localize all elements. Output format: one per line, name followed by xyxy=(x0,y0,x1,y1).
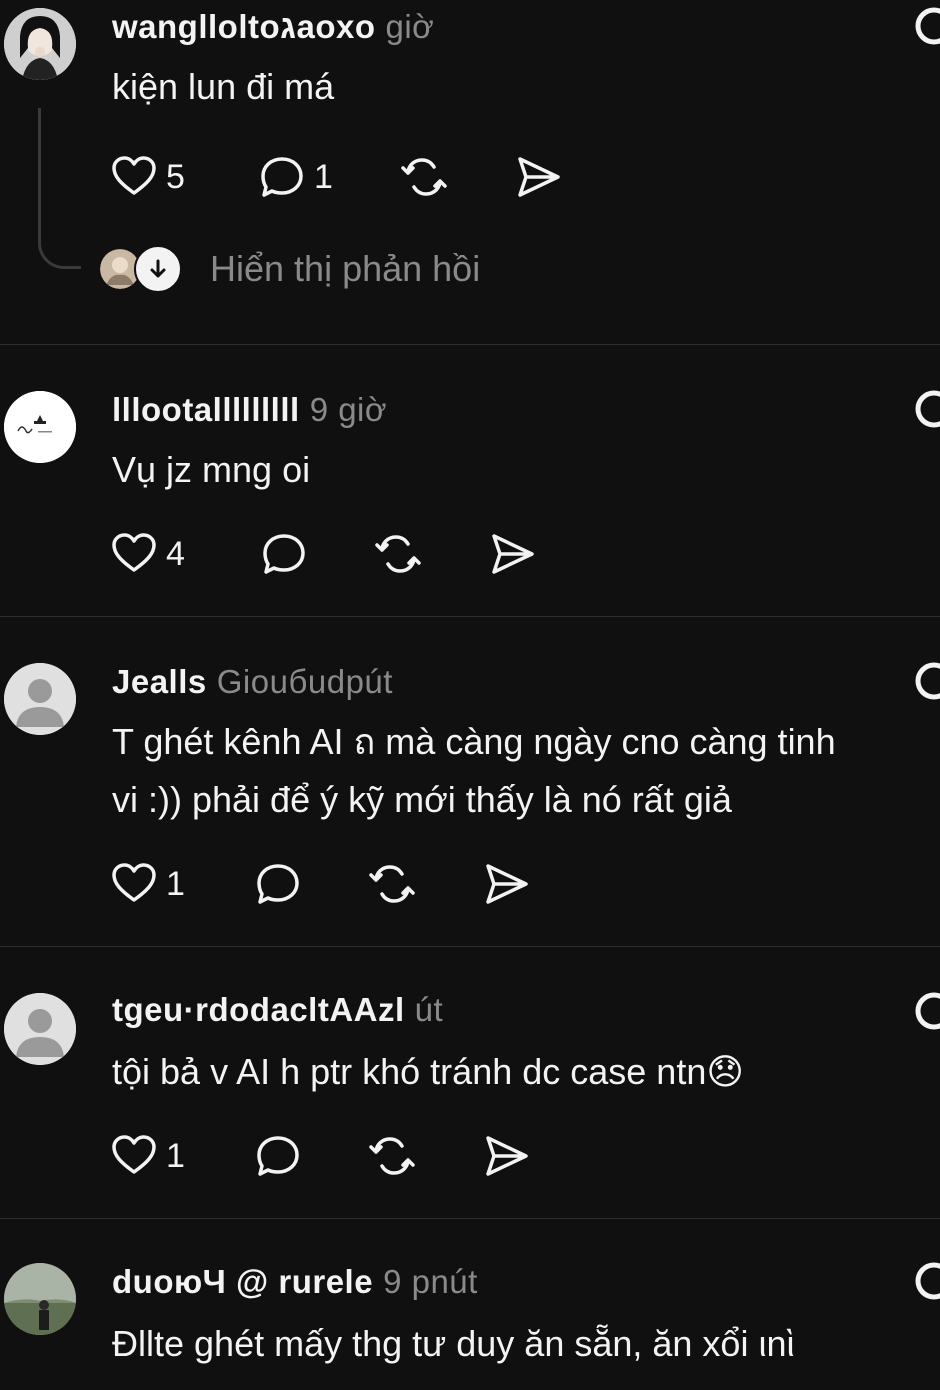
heart-icon xyxy=(112,1135,156,1174)
timestamp: 9 giờ xyxy=(309,391,388,428)
timestamp: út xyxy=(414,991,444,1028)
thread-line xyxy=(38,108,81,269)
threads-icon[interactable] xyxy=(912,661,940,701)
share-button[interactable] xyxy=(514,152,562,202)
threads-icon[interactable] xyxy=(912,1261,940,1301)
username[interactable]: lllootalllllllll 9 giờ xyxy=(112,391,387,429)
like-count: 1 xyxy=(166,864,185,903)
timestamp: Giouбudpút xyxy=(216,663,393,700)
share-button[interactable] xyxy=(488,529,536,579)
username[interactable]: duoюЧ @ rurele 9 pnút xyxy=(112,1263,478,1301)
repost-button[interactable] xyxy=(400,152,448,202)
comment-icon xyxy=(257,1136,299,1176)
comment-text-line: vi :)) phải để ý kỹ mới thấy là nó rất g… xyxy=(112,779,732,820)
comment-text-line: Vụ jz mng oi xyxy=(112,449,311,490)
repost-icon xyxy=(375,535,421,573)
heart-icon xyxy=(112,156,156,195)
like-count: 1 xyxy=(166,1136,185,1175)
default-avatar-icon xyxy=(4,993,76,1065)
like-button[interactable]: 5 xyxy=(110,152,185,202)
repost-icon xyxy=(369,1137,415,1175)
send-icon xyxy=(486,1136,528,1176)
like-button[interactable]: 1 xyxy=(110,1131,185,1181)
repost-button[interactable] xyxy=(374,529,422,579)
user-photo xyxy=(4,1263,76,1335)
divider xyxy=(0,344,940,345)
comment-text-line: kiện lun đi má xyxy=(112,66,335,107)
comment-text: Đllte ghét mấy thg tư duy ăn sẵn, ăn xổi… xyxy=(112,1315,794,1373)
username[interactable]: wanglloltoגaoxo giờ xyxy=(112,8,434,46)
send-icon xyxy=(486,864,528,904)
like-button[interactable]: 1 xyxy=(110,859,185,909)
reply-button[interactable]: 1 xyxy=(258,152,333,202)
comment-icon xyxy=(263,534,305,574)
show-replies-row[interactable]: Hiển thị phản hồi xyxy=(100,245,480,293)
like-count: 5 xyxy=(166,157,185,196)
brand-logo-avatar xyxy=(4,391,76,463)
timestamp: 9 pnút xyxy=(383,1263,478,1300)
username[interactable]: tgeu·rdodacltAAzl út xyxy=(112,991,443,1029)
repost-button[interactable] xyxy=(368,1131,416,1181)
threads-icon[interactable] xyxy=(912,991,940,1031)
divider xyxy=(0,616,940,617)
show-replies-label[interactable]: Hiển thị phản hồi xyxy=(210,248,480,290)
repost-button[interactable] xyxy=(368,859,416,909)
comment-text-line: tội bả v AI h ptr khó tránh dc case ntn😞 xyxy=(112,1051,744,1092)
divider xyxy=(0,946,940,947)
avatar[interactable] xyxy=(4,8,76,80)
reply-count: 1 xyxy=(314,157,333,196)
comment-icon xyxy=(257,864,299,904)
avatar[interactable] xyxy=(4,663,76,735)
avatar[interactable] xyxy=(4,993,76,1065)
threads-icon[interactable] xyxy=(912,389,940,429)
threads-icon[interactable] xyxy=(912,6,940,46)
username-text[interactable]: tgeu·rdodacltAAzl xyxy=(112,991,405,1028)
comment-text: Vụ jz mng oi xyxy=(112,441,310,499)
username-text[interactable]: duoюЧ @ rurele xyxy=(112,1263,373,1300)
avatar[interactable] xyxy=(4,391,76,463)
reply-button[interactable] xyxy=(260,529,308,579)
username-text[interactable]: lllootalllllllll xyxy=(112,391,300,428)
user-photo xyxy=(4,8,76,80)
share-button[interactable] xyxy=(482,1131,530,1181)
username[interactable]: Jealls Giouбudpút xyxy=(112,663,393,701)
comment-icon xyxy=(261,157,303,197)
comment-text-line: Đllte ghét mấy thg tư duy ăn sẵn, ăn xổi… xyxy=(112,1323,795,1364)
reply-button[interactable] xyxy=(254,1131,302,1181)
avatar[interactable] xyxy=(4,1263,76,1335)
comment-text-line: T ghét kênh AI ถ mà càng ngày cno càng t… xyxy=(112,721,836,762)
comment-text: T ghét kênh AI ถ mà càng ngày cno càng t… xyxy=(112,713,836,829)
username-text[interactable]: Jealls xyxy=(112,663,207,700)
comment-text: kiện lun đi má xyxy=(112,58,334,116)
send-icon xyxy=(518,157,560,197)
divider xyxy=(0,1218,940,1219)
like-button[interactable]: 4 xyxy=(110,529,185,579)
repost-icon xyxy=(369,865,415,903)
share-button[interactable] xyxy=(482,859,530,909)
send-icon xyxy=(492,534,534,574)
heart-icon xyxy=(112,863,156,902)
heart-icon xyxy=(112,533,156,572)
timestamp: giờ xyxy=(385,8,435,45)
comment-text: tội bả v AI h ptr khó tránh dc case ntn😞 xyxy=(112,1043,744,1101)
like-count: 4 xyxy=(166,534,185,573)
repost-icon xyxy=(401,158,447,196)
reply-button[interactable] xyxy=(254,859,302,909)
default-avatar-icon xyxy=(4,663,76,735)
expand-down-icon xyxy=(134,245,182,293)
username-text[interactable]: wanglloltoגaoxo xyxy=(112,8,376,45)
